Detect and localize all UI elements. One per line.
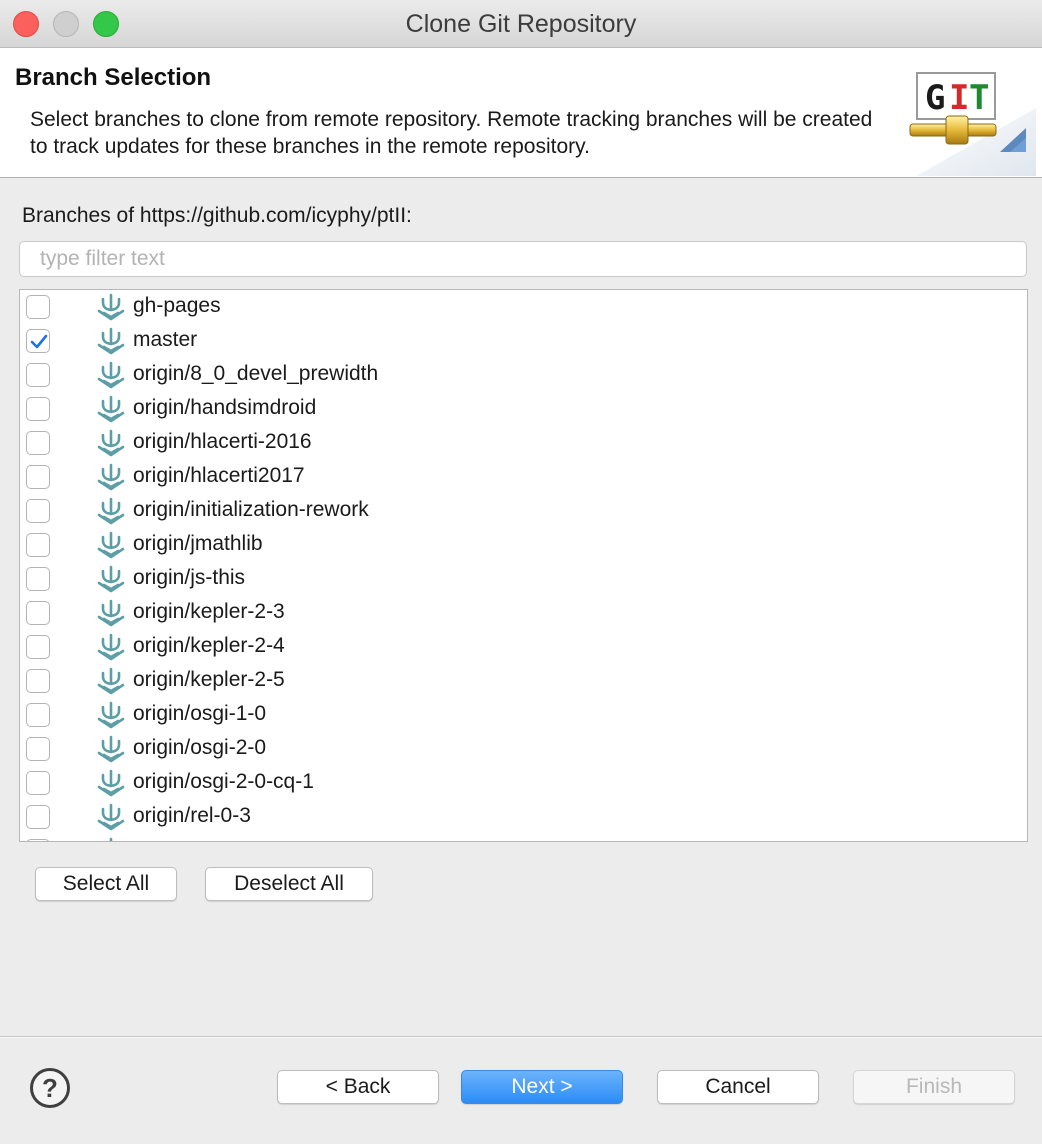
back-button[interactable]: < Back <box>277 1070 439 1104</box>
select-all-button[interactable]: Select All <box>35 867 177 901</box>
branch-checkbox[interactable] <box>26 635 50 659</box>
help-icon[interactable]: ? <box>30 1068 70 1108</box>
branch-label: origin/rel-0-3 <box>133 804 251 827</box>
branch-icon <box>95 293 127 321</box>
branch-checkbox[interactable] <box>26 771 50 795</box>
footer-separator <box>0 1036 1042 1038</box>
branch-label: origin/js-this <box>133 566 246 589</box>
branch-label: origin/osgi-2-0-cq-1 <box>133 770 314 793</box>
branch-row[interactable]: origin/kepler-2-4 <box>20 630 1027 664</box>
branch-label: gh-pages <box>133 294 221 317</box>
branches-list-label: Branches of https://github.com/icyphy/pt… <box>22 204 412 227</box>
branch-label: origin/hlacerti2017 <box>133 464 305 487</box>
branch-icon <box>95 429 127 457</box>
branch-icon <box>95 701 127 729</box>
branch-checkbox[interactable] <box>26 397 50 421</box>
branch-icon <box>95 667 127 695</box>
branch-row[interactable]: origin/kepler-2-3 <box>20 596 1027 630</box>
cancel-button[interactable]: Cancel <box>657 1070 819 1104</box>
logo-text-t: T <box>969 78 989 118</box>
branch-icon <box>95 327 127 355</box>
branch-label: origin/kepler-2-5 <box>133 668 285 691</box>
branch-row[interactable]: origin/osgi-1-0 <box>20 698 1027 732</box>
branch-row-partial <box>20 834 1027 841</box>
logo-text-g: G <box>925 78 945 118</box>
branch-row[interactable]: origin/js-this <box>20 562 1027 596</box>
branch-row[interactable]: origin/osgi-2-0 <box>20 732 1027 766</box>
branch-row[interactable]: origin/hlacerti-2016 <box>20 426 1027 460</box>
branch-checkbox[interactable] <box>26 533 50 557</box>
branch-row[interactable]: origin/jmathlib <box>20 528 1027 562</box>
branch-icon <box>95 803 127 831</box>
clone-git-repository-dialog: Clone Git Repository Branch Selection Se… <box>0 0 1042 1144</box>
title-bar[interactable]: Clone Git Repository <box>0 0 1042 48</box>
branch-icon <box>95 769 127 797</box>
branch-icon <box>95 837 127 841</box>
deselect-all-button[interactable]: Deselect All <box>205 867 373 901</box>
branch-checkbox[interactable] <box>26 329 50 353</box>
branch-row[interactable]: origin/osgi-2-0-cq-1 <box>20 766 1027 800</box>
branch-row[interactable]: origin/initialization-rework <box>20 494 1027 528</box>
finish-button: Finish <box>853 1070 1015 1104</box>
branch-checkbox[interactable] <box>26 601 50 625</box>
branch-checkbox[interactable] <box>26 669 50 693</box>
branch-row[interactable]: origin/8_0_devel_prewidth <box>20 358 1027 392</box>
page-description: Select branches to clone from remote rep… <box>30 108 873 158</box>
branch-checkbox[interactable] <box>26 431 50 455</box>
branch-icon <box>95 531 127 559</box>
branch-label: origin/hlacerti-2016 <box>133 430 312 453</box>
branch-tree[interactable]: gh-pages master origin/8_0_devel_prewidtho… <box>19 289 1028 842</box>
branch-label: origin/osgi-2-0 <box>133 736 267 759</box>
branch-icon <box>95 599 127 627</box>
branch-icon <box>95 497 127 525</box>
branch-row[interactable]: origin/hlacerti2017 <box>20 460 1027 494</box>
branch-icon <box>95 565 127 593</box>
branch-label: origin/8_0_devel_prewidth <box>133 362 379 385</box>
branch-label: origin/osgi-1-0 <box>133 702 267 725</box>
branch-row[interactable]: master <box>20 324 1027 358</box>
next-button[interactable]: Next > <box>461 1070 623 1104</box>
branch-checkbox[interactable] <box>26 839 50 841</box>
branch-label: origin/handsimdroid <box>133 396 317 419</box>
branch-row[interactable]: origin/rel-0-3 <box>20 800 1027 834</box>
branch-icon <box>95 361 127 389</box>
branch-row[interactable]: gh-pages <box>20 290 1027 324</box>
branch-label: origin/kepler-2-3 <box>133 600 285 623</box>
branch-checkbox[interactable] <box>26 295 50 319</box>
branch-checkbox[interactable] <box>26 465 50 489</box>
branch-label: origin/initialization-rework <box>133 498 369 521</box>
branch-checkbox[interactable] <box>26 737 50 761</box>
branch-row[interactable]: origin/kepler-2-5 <box>20 664 1027 698</box>
branch-label: master <box>133 328 198 351</box>
wizard-header-banner: Branch Selection Select branches to clon… <box>0 48 1042 178</box>
branch-icon <box>95 395 127 423</box>
branch-label: origin/jmathlib <box>133 532 263 555</box>
git-logo-icon: G I T <box>909 72 1036 176</box>
branch-checkbox[interactable] <box>26 703 50 727</box>
branch-icon <box>95 735 127 763</box>
branch-checkbox[interactable] <box>26 499 50 523</box>
filter-input[interactable] <box>19 241 1027 277</box>
branch-row[interactable]: origin/handsimdroid <box>20 392 1027 426</box>
logo-text-i: I <box>949 78 969 118</box>
branch-checkbox[interactable] <box>26 805 50 829</box>
branch-icon <box>95 633 127 661</box>
branch-label: origin/kepler-2-4 <box>133 634 285 657</box>
branch-icon <box>95 463 127 491</box>
window-title: Clone Git Repository <box>405 10 637 38</box>
branch-checkbox[interactable] <box>26 567 50 591</box>
branch-checkbox[interactable] <box>26 363 50 387</box>
page-title: Branch Selection <box>15 64 212 91</box>
